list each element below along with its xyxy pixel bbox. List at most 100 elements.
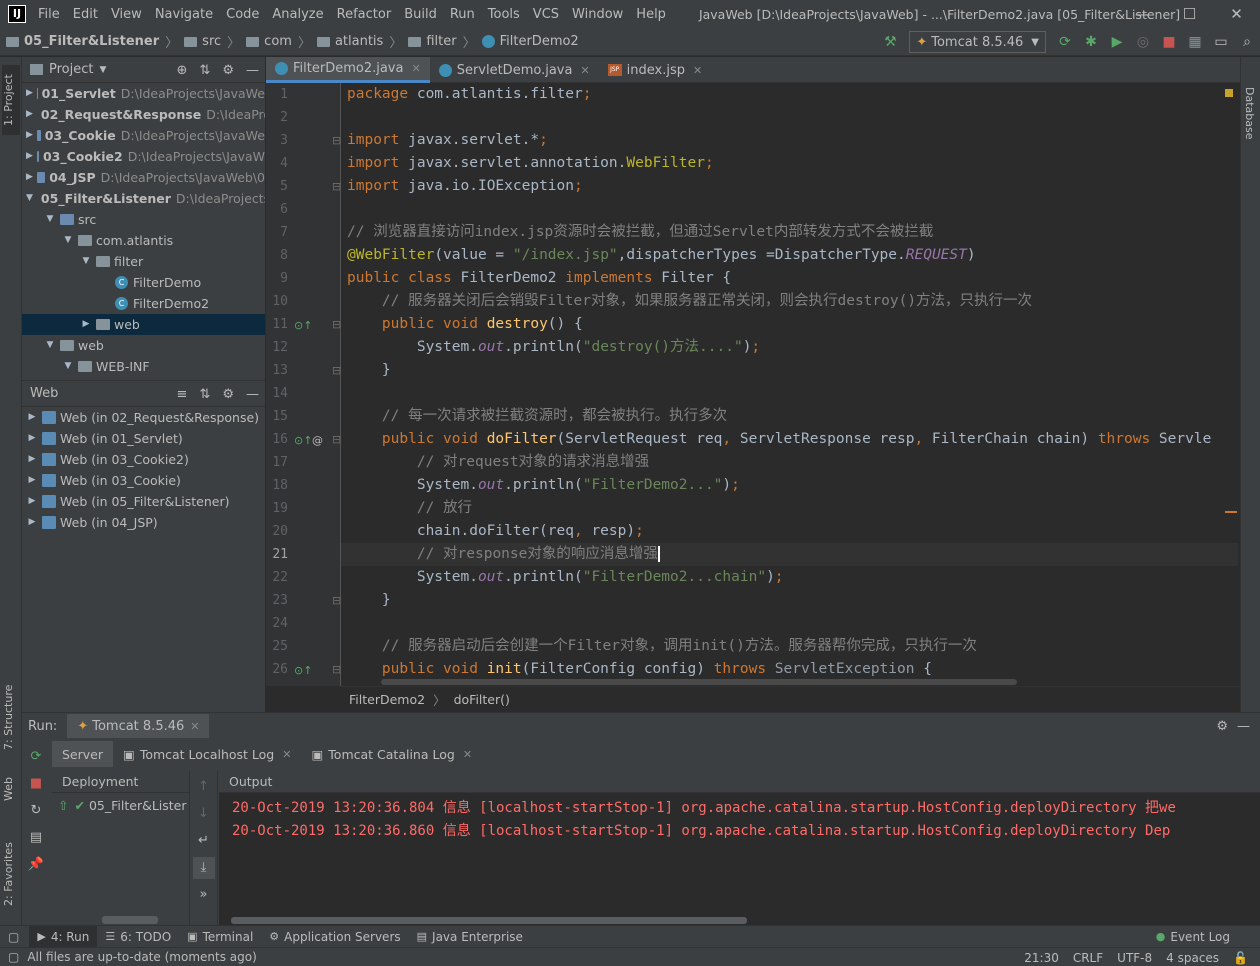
tree-item[interactable]: ▼ com.atlantis [22,230,265,251]
chevron-down-icon[interactable]: ▼ [44,209,56,230]
line-number[interactable]: 19 [266,501,288,516]
line-number[interactable]: 10 [266,294,288,309]
tree-item[interactable]: ▼ filter [22,251,265,272]
breadcrumb-method[interactable]: doFilter() [454,692,510,707]
crumb-class[interactable]: FilterDemo2 [481,34,579,49]
line-number[interactable]: 25 [266,639,288,654]
close-icon[interactable]: ✕ [693,64,702,77]
tab-server[interactable]: Server [52,741,113,767]
run-config-select[interactable]: ✦ Tomcat 8.5.46 ▼ [909,31,1046,53]
tree-item[interactable]: ▶ 02_Request&Response D:\IdeaPro [22,104,265,125]
line-separator[interactable]: CRLF [1073,951,1103,965]
close-window-icon[interactable]: ✕ [1213,0,1260,28]
code-editor[interactable]: package com.atlantis.filter; import java… [341,83,1238,686]
inspection-status-icon[interactable] [1225,89,1233,97]
menu-view[interactable]: View [111,7,142,22]
update-icon[interactable]: ↻ [25,800,47,822]
fold-marker-icon[interactable]: ⊟ [332,433,341,446]
tab-tomcat-localhost-log[interactable]: ▣ Tomcat Localhost Log ✕ [113,741,301,767]
line-number[interactable]: 17 [266,455,288,470]
indent-setting[interactable]: 4 spaces [1166,951,1219,965]
override-method-icon[interactable]: ⊙↑ [294,434,312,447]
chevron-right-icon[interactable]: ▶ [26,449,38,470]
collapse-icon[interactable]: ⇅ [199,387,210,402]
layout-icon[interactable]: ▭ [1210,31,1232,53]
menu-analyze[interactable]: Analyze [272,7,323,22]
crumb-module[interactable]: 05_Filter&Listener 〉 [6,32,178,51]
layout-icon[interactable]: ▤ [25,827,47,849]
line-number[interactable]: 16 [266,432,288,447]
menu-run[interactable]: Run [450,7,475,22]
tool-application-servers[interactable]: ⚙ Application Servers [261,926,408,948]
locate-icon[interactable]: ⊕ [177,63,188,78]
chevron-down-icon[interactable]: ▼ [80,251,92,272]
line-number[interactable]: 23 [266,593,288,608]
fold-marker-icon[interactable]: ⊟ [332,663,341,676]
chevron-down-icon[interactable]: ▼ [62,356,74,377]
tree-item[interactable]: ▶ 01_Servlet D:\IdeaProjects\JavaWe [22,83,265,104]
more-icon[interactable]: » [193,884,215,906]
build-hammer-icon[interactable]: ⚒ [879,31,901,53]
chevron-right-icon[interactable]: ▶ [26,512,38,533]
tree-item[interactable]: ▼ src [22,209,265,230]
menu-tools[interactable]: Tools [488,7,520,22]
menu-vcs[interactable]: VCS [533,7,559,22]
fold-marker-icon[interactable]: ⊟ [332,318,341,331]
line-number[interactable]: 21 [266,547,288,562]
chevron-down-icon[interactable]: ▼ [44,335,56,356]
line-number[interactable]: 22 [266,570,288,585]
tree-item[interactable]: ▶ 04_JSP D:\IdeaProjects\JavaWeb\0 [22,167,265,188]
line-number[interactable]: 14 [266,386,288,401]
line-number[interactable]: 20 [266,524,288,539]
tool-todo[interactable]: ☰ 6: TODO [97,926,179,948]
web-item[interactable]: ▶ Web (in 03_Cookie2) [22,449,265,470]
crumb-src[interactable]: src 〉 [184,32,240,51]
tool-event-log[interactable]: ● Event Log [1148,926,1238,948]
chevron-right-icon[interactable]: ▶ [80,314,92,335]
line-number[interactable]: 15 [266,409,288,424]
web-item[interactable]: ▶ Web (in 01_Servlet) [22,428,265,449]
tree-item[interactable]: ▼ web [22,335,265,356]
gear-icon[interactable]: ⚙ [222,387,234,402]
tool-terminal[interactable]: ▣ Terminal [179,926,261,948]
hide-icon[interactable]: — [246,63,259,78]
tool-java-enterprise[interactable]: ▤ Java Enterprise [409,926,531,948]
menu-help[interactable]: Help [636,7,666,22]
web-item[interactable]: ▶ Web (in 03_Cookie) [22,470,265,491]
rerun-icon[interactable]: ⟳ [1054,31,1076,53]
menu-refactor[interactable]: Refactor [337,7,392,22]
menu-window[interactable]: Window [572,7,623,22]
line-number[interactable]: 18 [266,478,288,493]
profile-icon[interactable]: ◎ [1132,31,1154,53]
line-number[interactable]: 4 [266,156,288,171]
crumb-filter[interactable]: filter 〉 [408,32,476,51]
scroll-to-end-icon[interactable]: ⤓ [192,857,215,879]
tab-database[interactable]: Database [1243,87,1256,140]
close-icon[interactable]: ✕ [463,748,472,761]
tool-run[interactable]: ▶ 4: Run [29,925,98,948]
line-number[interactable]: 1 [266,87,288,102]
chevron-right-icon[interactable]: ▶ [26,428,38,449]
line-number[interactable]: 24 [266,616,288,631]
breadcrumb-class[interactable]: FilterDemo2 [349,692,425,707]
tree-item[interactable]: ▼ WEB-INF [22,356,265,377]
chevron-right-icon[interactable]: ▶ [26,146,33,167]
tree-item[interactable]: C FilterDemo2 [22,293,265,314]
output-scrollbar[interactable] [231,917,747,924]
chevron-right-icon[interactable]: ▶ [26,167,33,188]
status-toggle-icon[interactable]: ▢ [8,950,19,964]
chevron-right-icon[interactable]: ▶ [26,125,33,146]
run-config-tab[interactable]: ✦ Tomcat 8.5.46 ✕ [67,714,210,738]
web-item[interactable]: ▶ Web (in 05_Filter&Listener) [22,491,265,512]
hide-icon[interactable]: — [1237,719,1250,734]
tree-item[interactable]: ▶ 03_Cookie2 D:\IdeaProjects\JavaW [22,146,265,167]
minimize-icon[interactable]: — [1119,0,1166,28]
file-encoding[interactable]: UTF-8 [1117,951,1152,965]
editor-gutter[interactable]: 1 2 3 4 5 6 7 8 9 10 11 12 13 14 15 16 17 18 19 20 21 22 23 24 2… [266,83,341,686]
toggle-panels-icon[interactable]: ▢ [8,930,19,944]
line-number[interactable]: 12 [266,340,288,355]
tab-filterdemo2[interactable]: FilterDemo2.java ✕ [266,57,430,83]
line-number[interactable]: 11 [266,317,288,332]
fold-marker-icon[interactable]: ⊟ [332,180,341,193]
web-item[interactable]: ▶ Web (in 04_JSP) [22,512,265,533]
